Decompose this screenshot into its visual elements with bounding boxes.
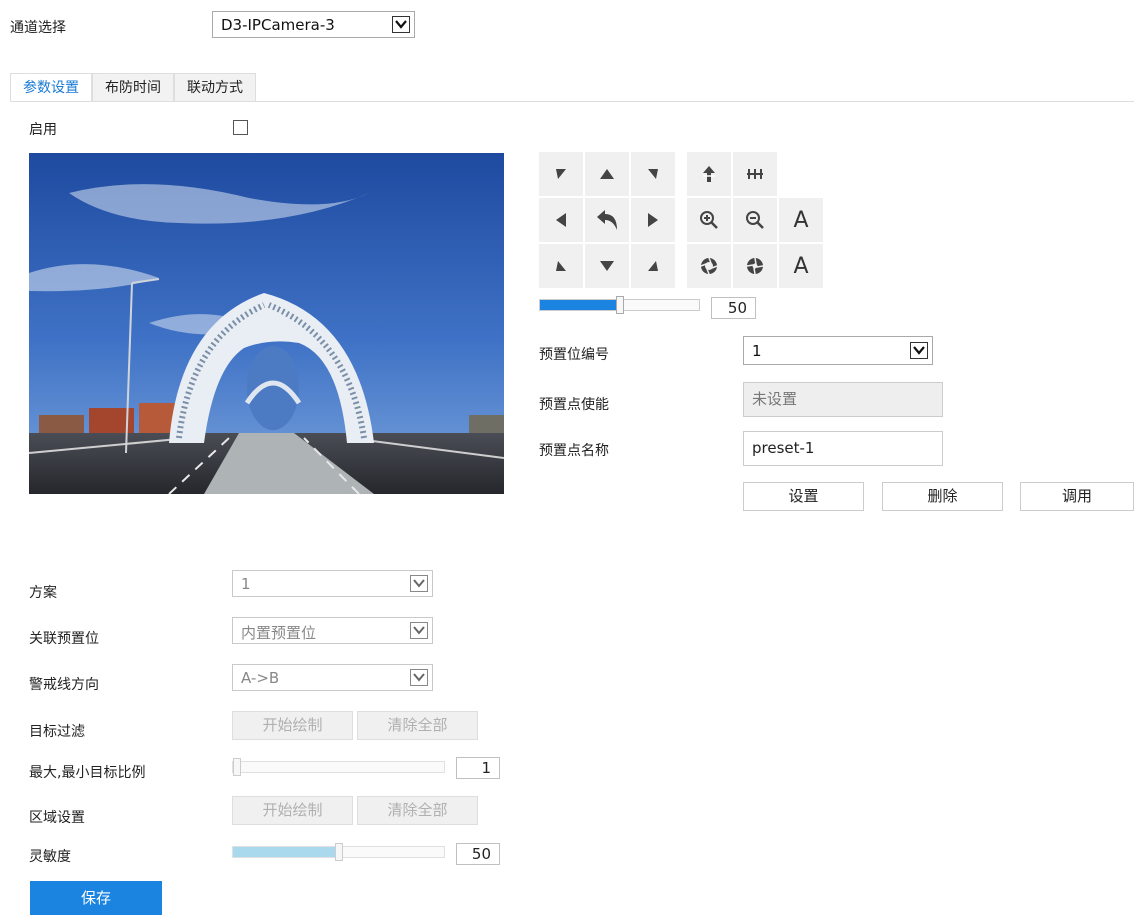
auto-iris-label: A <box>793 253 809 279</box>
direction-label: 警戒线方向 <box>29 677 99 693</box>
auto-zoom-label: A <box>793 207 809 233</box>
tab-arming-schedule[interactable]: 布防时间 <box>92 73 174 102</box>
sensitivity-handle[interactable] <box>335 843 343 861</box>
return-home-icon[interactable] <box>585 198 629 242</box>
chevron-down-icon <box>392 16 410 33</box>
ptz-speed-value[interactable]: 50 <box>711 297 756 319</box>
chevron-down-icon <box>410 669 428 686</box>
direction-select[interactable]: A->B <box>232 664 433 691</box>
focus-near-icon[interactable] <box>687 152 731 196</box>
target-ratio-label: 最大,最小目标比例 <box>29 765 146 781</box>
linked-preset-label: 关联预置位 <box>29 631 99 647</box>
preset-number-value: 1 <box>752 342 762 360</box>
chevron-down-icon <box>910 342 928 359</box>
area-clear-all-button[interactable]: 清除全部 <box>357 796 478 825</box>
preset-enable-label: 预置点使能 <box>539 397 609 413</box>
scheme-select-value: 1 <box>241 575 251 593</box>
channel-select[interactable]: D3-IPCamera-3 <box>212 11 415 38</box>
preset-call-button[interactable]: 调用 <box>1020 482 1134 511</box>
arrow-downleft-icon[interactable] <box>539 244 583 288</box>
sensitivity-fill <box>233 847 339 857</box>
target-ratio-handle[interactable] <box>233 758 241 776</box>
channel-label: 通道选择 <box>10 20 66 36</box>
iris-close-icon[interactable] <box>733 244 777 288</box>
preset-set-button[interactable]: 设置 <box>743 482 864 511</box>
sensitivity-label: 灵敏度 <box>29 849 71 865</box>
area-settings-label: 区域设置 <box>29 810 85 826</box>
zoom-out-icon[interactable] <box>733 198 777 242</box>
channel-select-value: D3-IPCamera-3 <box>221 16 335 34</box>
auto-zoom-button[interactable]: A <box>779 198 823 242</box>
ptz-speed-fill <box>540 300 620 310</box>
target-filter-clear-all-button[interactable]: 清除全部 <box>357 711 478 740</box>
sensitivity-value[interactable]: 50 <box>456 843 500 865</box>
area-start-draw-button[interactable]: 开始绘制 <box>232 796 353 825</box>
ptz-speed-slider[interactable] <box>539 296 700 314</box>
video-preview[interactable] <box>29 153 504 494</box>
arrow-downright-icon[interactable] <box>631 244 675 288</box>
sensitivity-slider[interactable] <box>232 843 445 861</box>
preset-number-select[interactable]: 1 <box>743 336 933 365</box>
zoom-in-icon[interactable] <box>687 198 731 242</box>
arrow-up-icon[interactable] <box>585 152 629 196</box>
arrow-upleft-icon[interactable] <box>539 152 583 196</box>
preset-name-label: 预置点名称 <box>539 443 609 459</box>
arrow-right-icon[interactable] <box>631 198 675 242</box>
chevron-down-icon <box>410 575 428 592</box>
preset-enable-field: 未设置 <box>743 382 943 417</box>
preset-delete-button[interactable]: 删除 <box>882 482 1003 511</box>
arrow-upright-icon[interactable] <box>631 152 675 196</box>
direction-value: A->B <box>241 669 280 687</box>
scheme-select[interactable]: 1 <box>232 570 433 597</box>
tab-linkage-method[interactable]: 联动方式 <box>174 73 256 102</box>
tab-parameter-settings[interactable]: 参数设置 <box>10 73 92 102</box>
auto-iris-button[interactable]: A <box>779 244 823 288</box>
enable-label: 启用 <box>29 122 57 138</box>
tab-divider <box>10 101 1134 102</box>
iris-open-icon[interactable] <box>687 244 731 288</box>
enable-checkbox[interactable] <box>233 120 248 135</box>
arrow-left-icon[interactable] <box>539 198 583 242</box>
ptz-speed-handle[interactable] <box>616 296 624 314</box>
target-filter-label: 目标过滤 <box>29 724 85 740</box>
save-button[interactable]: 保存 <box>30 881 162 915</box>
target-ratio-slider[interactable] <box>232 758 445 776</box>
tab-bar: 参数设置 布防时间 联动方式 <box>10 73 256 102</box>
arrow-down-icon[interactable] <box>585 244 629 288</box>
chevron-down-icon <box>410 622 428 639</box>
scheme-label: 方案 <box>29 585 57 601</box>
target-filter-start-draw-button[interactable]: 开始绘制 <box>232 711 353 740</box>
preset-number-label: 预置位编号 <box>539 347 609 363</box>
target-ratio-value[interactable]: 1 <box>456 757 500 779</box>
preset-name-input[interactable]: preset-1 <box>743 431 943 466</box>
linked-preset-select[interactable]: 内置预置位 <box>232 617 433 644</box>
linked-preset-value: 内置预置位 <box>241 624 317 642</box>
focus-far-icon[interactable] <box>733 152 777 196</box>
